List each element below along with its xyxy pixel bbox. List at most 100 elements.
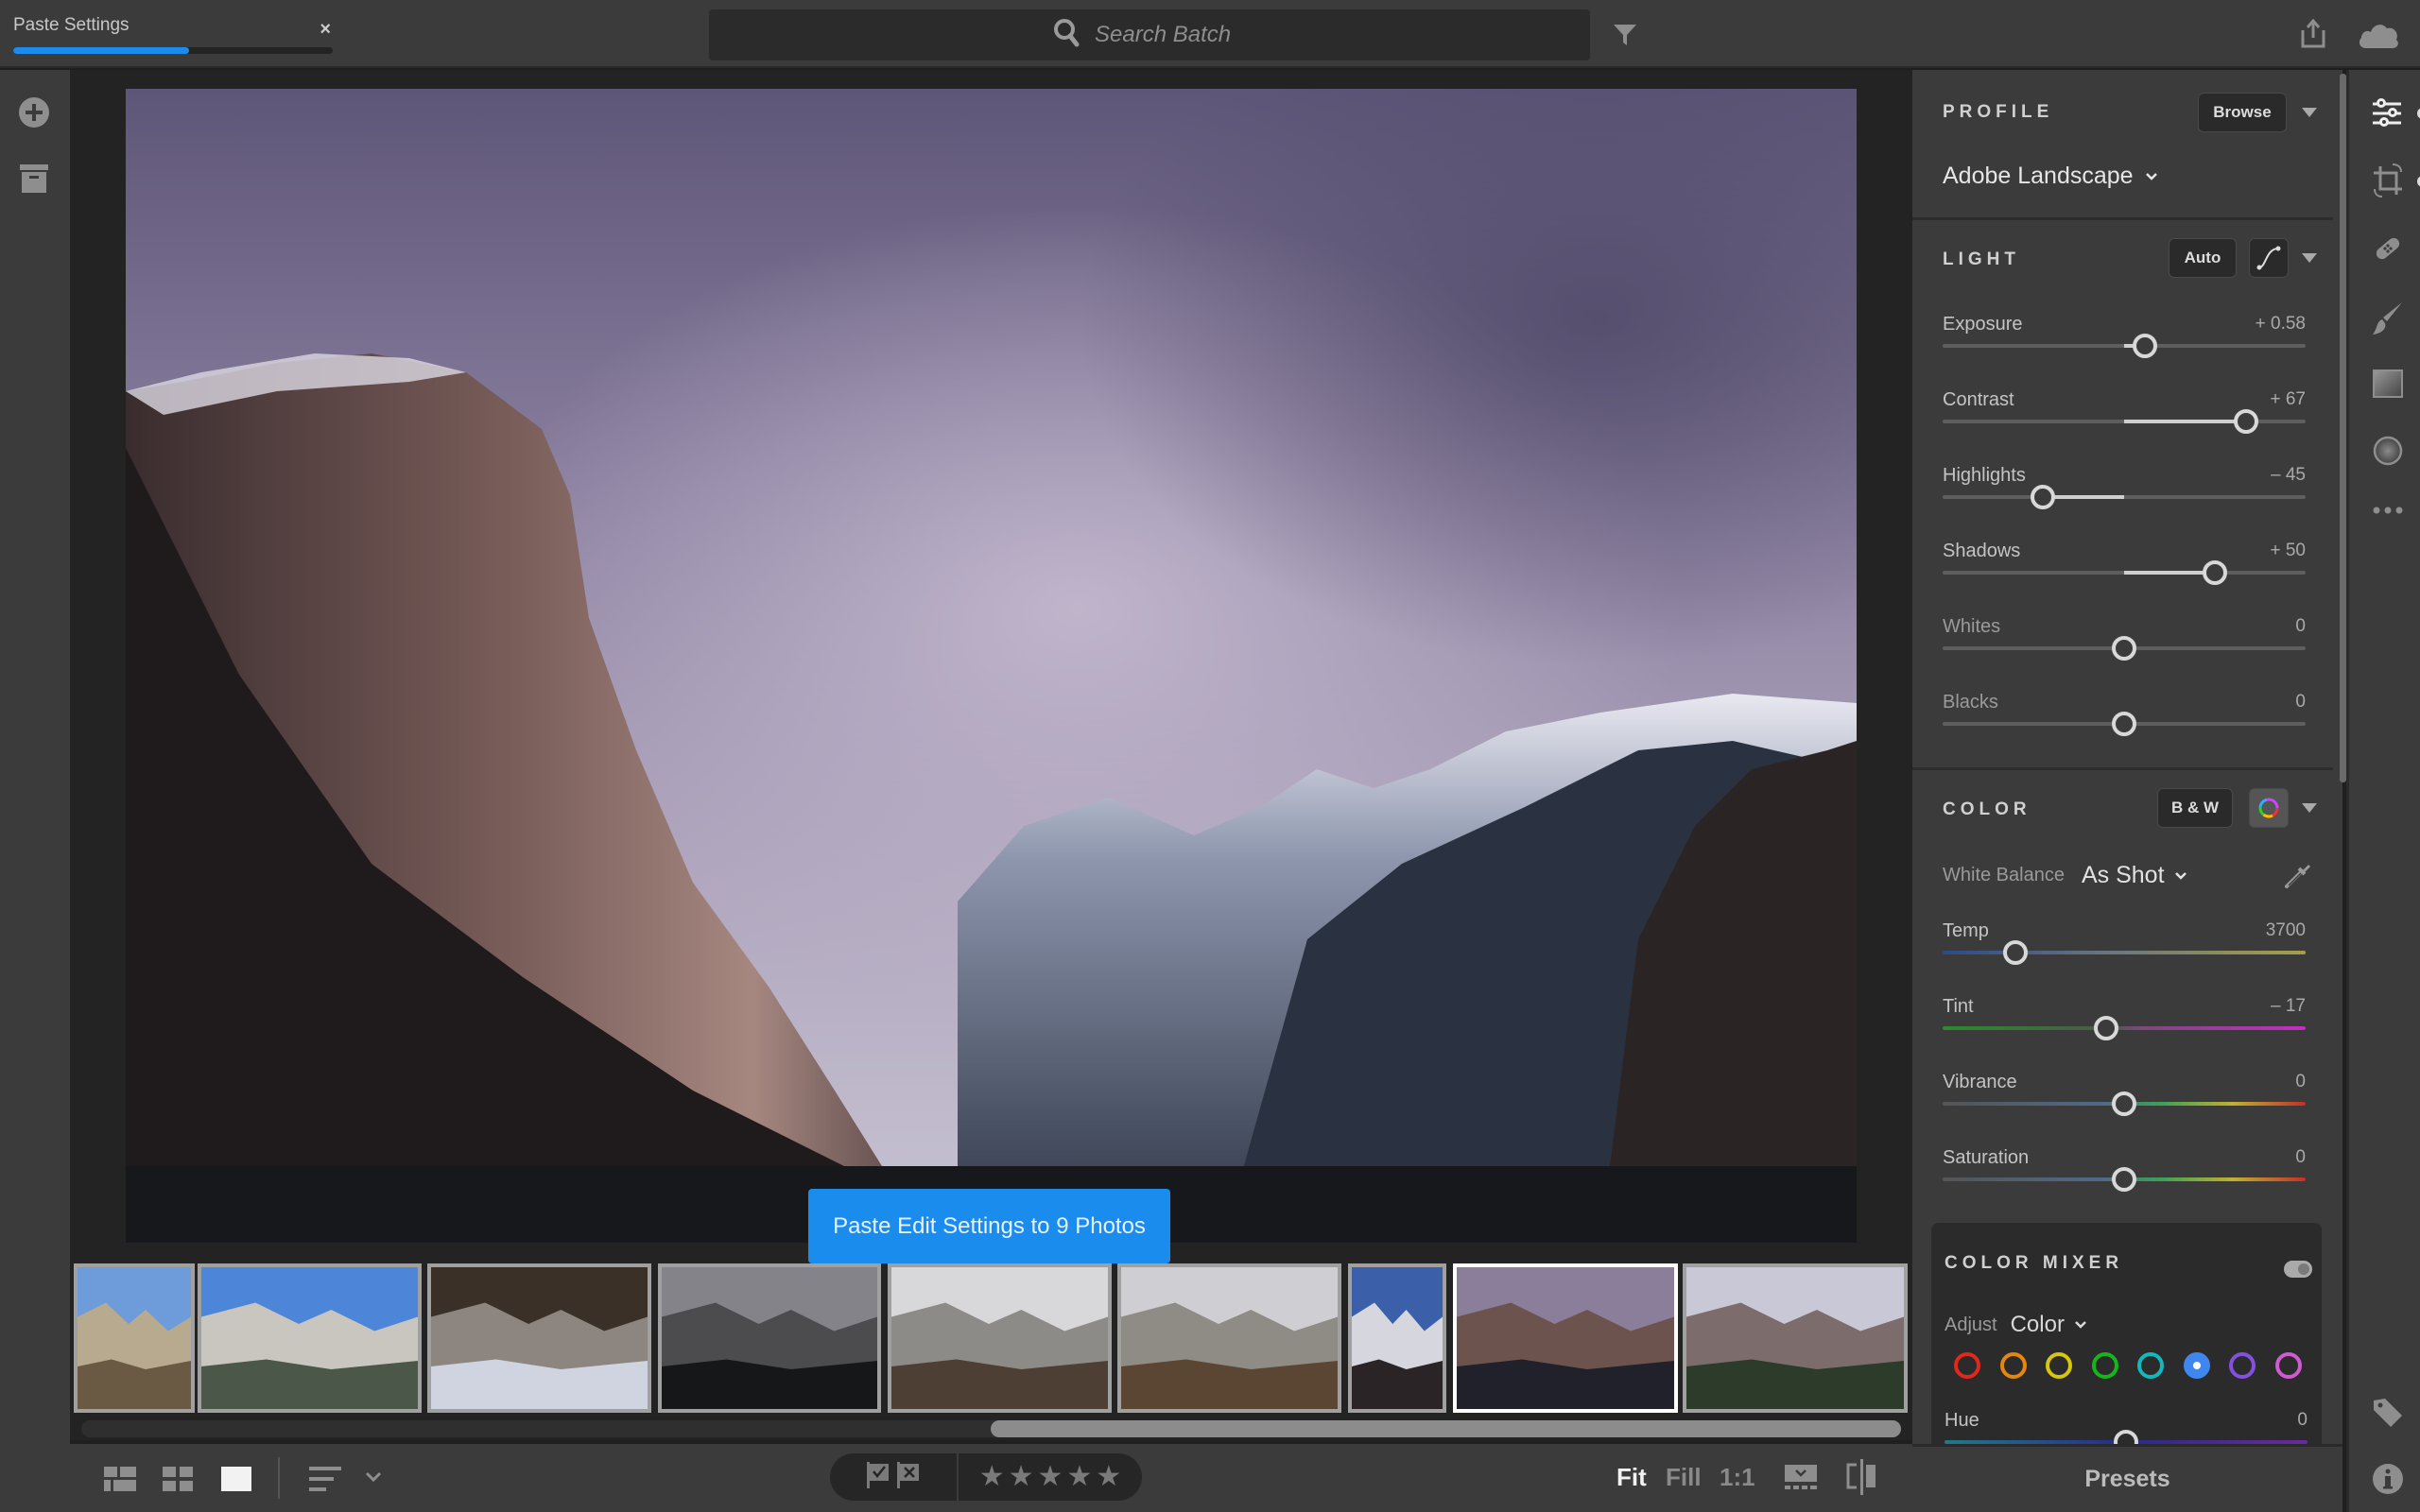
crop-icon[interactable]	[2372, 163, 2404, 203]
brush-icon[interactable]	[2372, 301, 2404, 341]
sort-icon[interactable]	[309, 1467, 341, 1496]
sort-chevron-down-icon[interactable]	[365, 1470, 382, 1487]
radial-gradient-icon[interactable]	[2372, 435, 2404, 472]
slider-value[interactable]: + 50	[2270, 541, 2306, 561]
search-field[interactable]	[709, 9, 1590, 60]
slider-handle[interactable]	[2093, 1016, 2118, 1040]
color-swatch-yellow[interactable]	[2046, 1352, 2072, 1379]
slider-track[interactable]	[1943, 1016, 2306, 1040]
cloud-icon[interactable]	[2357, 21, 2400, 54]
filmstrip-thumbnail-tunnel-view[interactable]	[1683, 1263, 1908, 1413]
slider-track[interactable]	[1943, 636, 2306, 661]
zoom-fit-option[interactable]: Fit	[1616, 1463, 1647, 1492]
slider-track[interactable]	[1943, 1167, 2306, 1192]
slider-value[interactable]: 0	[2295, 616, 2306, 637]
filmstrip-thumbnail-rock-reflection[interactable]	[427, 1263, 651, 1413]
share-icon[interactable]	[2299, 18, 2327, 54]
filmstrip-scroll-thumb[interactable]	[991, 1420, 1901, 1437]
color-swatch-blue[interactable]	[2183, 1352, 2210, 1379]
slider-handle[interactable]	[2233, 409, 2258, 434]
filmstrip-thumbnail-misty-forest-cliff[interactable]	[658, 1263, 881, 1413]
color-swatch-aqua[interactable]	[2137, 1352, 2164, 1379]
slider-handle[interactable]	[2112, 1091, 2136, 1116]
star-2[interactable]: ★	[1009, 1463, 1034, 1491]
star-1[interactable]: ★	[979, 1463, 1005, 1491]
presets-button[interactable]: Presets	[1912, 1444, 2342, 1512]
filmstrip-thumbnail-el-capitan-blue-sky[interactable]	[198, 1263, 422, 1413]
auto-button[interactable]: Auto	[2169, 238, 2237, 278]
grid-small-view-icon[interactable]	[163, 1467, 193, 1496]
keyword-tag-icon[interactable]	[2372, 1397, 2404, 1434]
healing-icon[interactable]	[2372, 232, 2404, 269]
slider-handle[interactable]	[2112, 636, 2136, 661]
star-4[interactable]: ★	[1066, 1463, 1092, 1491]
color-mixer-toggle[interactable]	[2284, 1261, 2312, 1278]
slider-value[interactable]: – 17	[2271, 996, 2306, 1017]
slider-track[interactable]	[1943, 334, 2306, 358]
edit-sliders-icon[interactable]	[2372, 98, 2402, 133]
light-collapse-icon[interactable]	[2302, 253, 2317, 263]
filter-icon[interactable]	[1613, 23, 1637, 52]
color-swatch-magenta[interactable]	[2274, 1352, 2302, 1379]
adjust-dropdown[interactable]: Color	[2011, 1312, 2087, 1338]
slider-handle[interactable]	[2133, 334, 2158, 358]
slider-handle[interactable]	[2114, 1430, 2138, 1444]
linear-gradient-icon[interactable]	[2372, 369, 2404, 405]
profile-collapse-icon[interactable]	[2302, 108, 2317, 117]
eyedropper-icon[interactable]	[2283, 860, 2313, 895]
tone-curve-button[interactable]	[2249, 238, 2289, 278]
filmstrip-thumbnail-yosemite-falls-meadow[interactable]	[74, 1263, 195, 1413]
paste-edit-settings-button[interactable]: Paste Edit Settings to 9 Photos	[808, 1189, 1170, 1263]
slider-handle[interactable]	[2112, 1167, 2136, 1192]
slider-value[interactable]: 0	[2295, 1147, 2306, 1168]
white-balance-dropdown[interactable]: As Shot	[2082, 862, 2187, 889]
filmstrip-thumbnail-foggy-falls-trees[interactable]	[888, 1263, 1112, 1413]
zoom-fill-option[interactable]: Fill	[1666, 1463, 1702, 1492]
color-grading-button[interactable]	[2249, 788, 2289, 828]
slider-track[interactable]	[1943, 560, 2306, 585]
slider-handle[interactable]	[2112, 712, 2136, 736]
pick-flag-icon[interactable]	[867, 1461, 890, 1493]
filmstrip-scrollbar[interactable]	[81, 1420, 1901, 1437]
single-view-icon[interactable]	[221, 1467, 251, 1496]
slider-value[interactable]: 3700	[2266, 920, 2306, 941]
slider-value[interactable]: 0	[2297, 1410, 2308, 1431]
slider-value[interactable]: + 67	[2270, 389, 2306, 410]
profile-browse-button[interactable]: Browse	[2198, 93, 2287, 132]
color-swatch-green[interactable]	[2091, 1352, 2118, 1379]
slider-handle[interactable]	[2203, 560, 2227, 585]
slider-track[interactable]	[1943, 485, 2306, 509]
star-5[interactable]: ★	[1096, 1463, 1121, 1491]
filmstrip-thumbnail-yosemite-falls-autumn[interactable]	[1117, 1263, 1341, 1413]
slider-value[interactable]: – 45	[2271, 465, 2306, 486]
slider-handle[interactable]	[2002, 940, 2028, 965]
slider-track[interactable]	[1943, 1091, 2306, 1116]
grid-large-view-icon[interactable]	[104, 1467, 136, 1496]
edit-panel-scrollbar[interactable]	[2340, 74, 2346, 782]
archive-icon[interactable]	[18, 164, 50, 198]
before-after-compare-icon[interactable]	[1845, 1459, 1877, 1500]
color-collapse-icon[interactable]	[2302, 803, 2317, 813]
more-icon[interactable]	[2372, 503, 2404, 520]
slider-value[interactable]: 0	[2295, 1072, 2306, 1092]
slider-value[interactable]: + 0.58	[2256, 314, 2306, 335]
close-task-button[interactable]: ×	[320, 19, 331, 41]
info-icon[interactable]	[2372, 1463, 2404, 1500]
color-swatch-red[interactable]	[1954, 1352, 1980, 1379]
slider-handle[interactable]	[2030, 485, 2055, 509]
filmstrip-thumbnail-el-capitan-stormy[interactable]	[1453, 1263, 1678, 1413]
color-swatch-purple[interactable]	[2229, 1352, 2256, 1379]
profile-dropdown[interactable]: Adobe Landscape	[1943, 163, 2158, 190]
filmstrip-toggle-icon[interactable]	[1785, 1465, 1817, 1496]
zoom-1to1-option[interactable]: 1:1	[1720, 1463, 1755, 1492]
slider-value[interactable]: 0	[2295, 692, 2306, 713]
slider-track[interactable]	[1943, 712, 2306, 736]
reject-flag-icon[interactable]	[897, 1461, 920, 1493]
color-swatch-orange[interactable]	[1999, 1352, 2027, 1379]
add-photos-icon[interactable]	[18, 96, 50, 133]
slider-track[interactable]	[1943, 940, 2306, 965]
black-white-button[interactable]: B & W	[2157, 788, 2233, 828]
star-3[interactable]: ★	[1038, 1463, 1063, 1491]
search-input[interactable]	[1095, 22, 1246, 48]
filmstrip-thumbnail-cloudy-peaks-portrait[interactable]	[1348, 1263, 1446, 1413]
